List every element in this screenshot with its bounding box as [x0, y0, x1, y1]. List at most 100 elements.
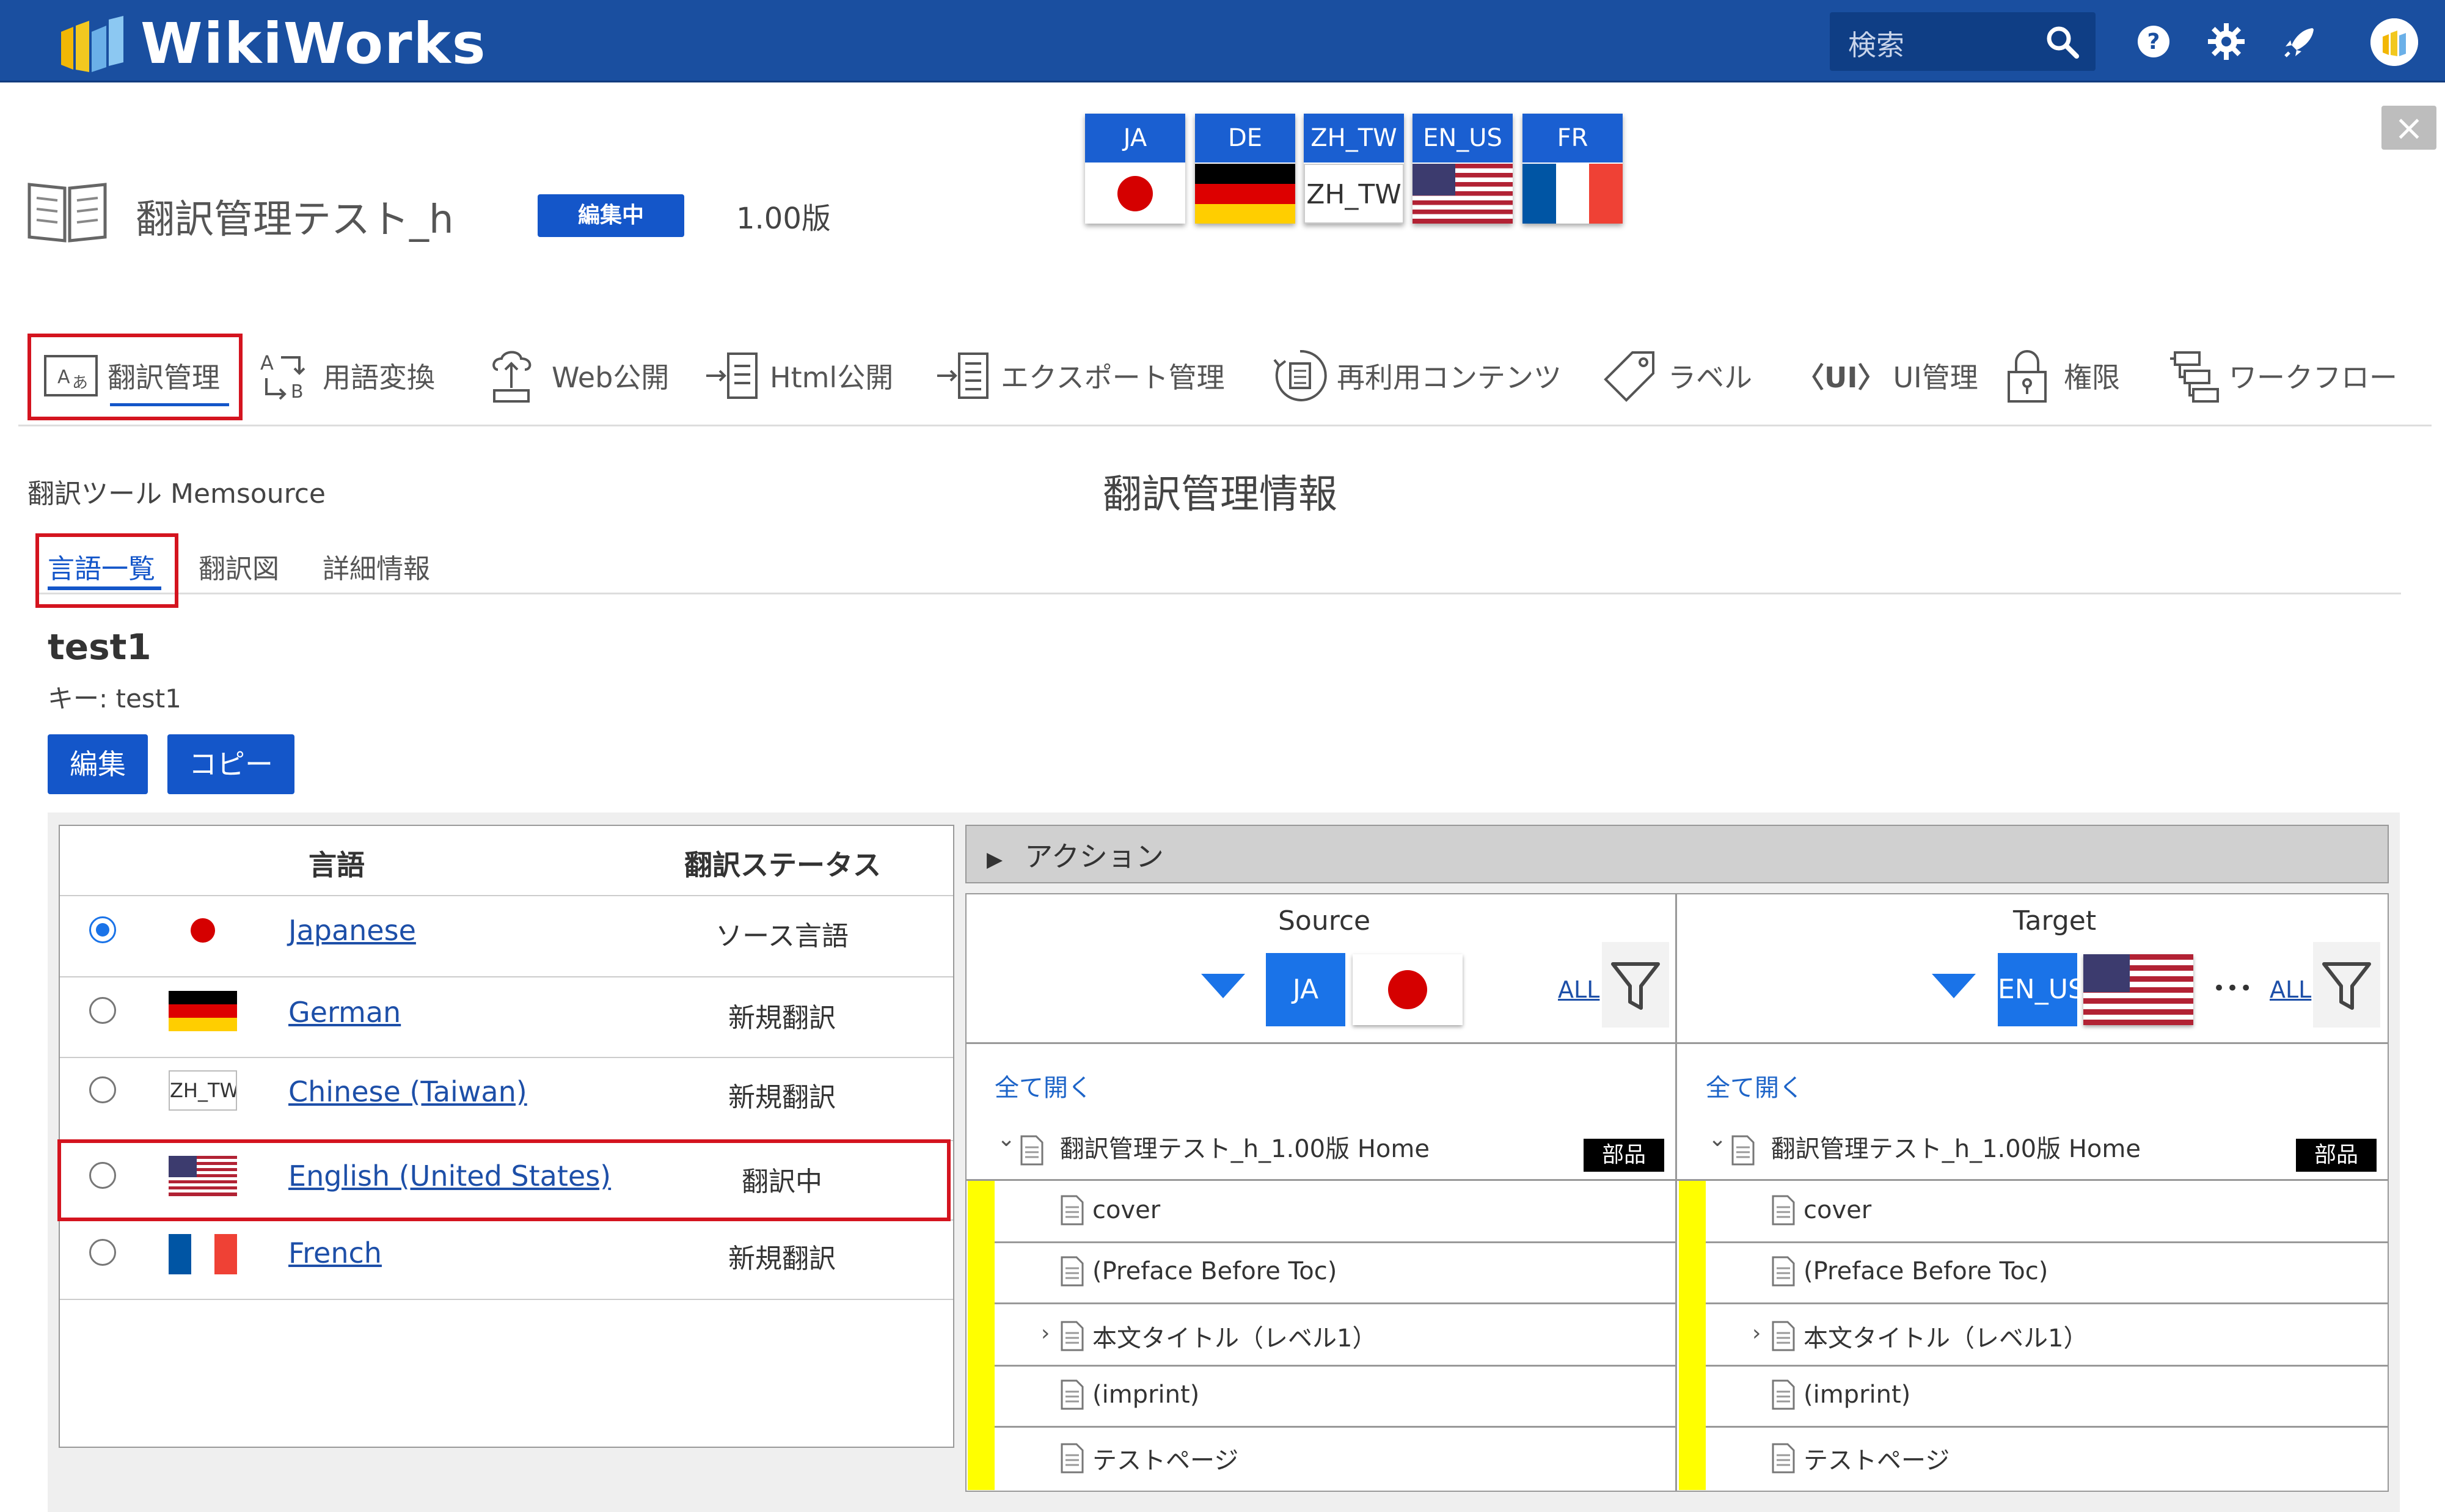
- help-icon[interactable]: ?: [2135, 23, 2172, 60]
- copy-button[interactable]: コピー: [167, 734, 294, 794]
- subtab-translation-diagram[interactable]: 翻訳図: [199, 547, 279, 586]
- language-radio-german[interactable]: [89, 997, 116, 1024]
- language-link-french[interactable]: French: [288, 1236, 382, 1269]
- wikiworks-logo-icon[interactable]: [55, 13, 128, 75]
- language-link-german[interactable]: German: [288, 996, 401, 1029]
- expand-triangle-icon: ▶: [987, 847, 1003, 872]
- target-tree-item[interactable]: (imprint): [1772, 1379, 1910, 1410]
- nav-ui-management[interactable]: 〈UI〉 UI管理: [1796, 342, 1978, 409]
- nav-web-publish[interactable]: Web公開: [486, 342, 669, 409]
- tree-item-label: cover: [1092, 1196, 1161, 1224]
- language-radio-french[interactable]: [89, 1239, 116, 1266]
- target-tree-item[interactable]: cover: [1772, 1195, 1871, 1225]
- nav-export-management[interactable]: エクスポート管理: [935, 342, 1225, 409]
- tree-row-divider: [967, 1179, 1675, 1181]
- nav-permissions[interactable]: 権限: [1998, 342, 2120, 409]
- source-dropdown-arrow-icon[interactable]: [1201, 974, 1245, 998]
- document-icon: [1061, 1379, 1084, 1410]
- chevron-down-icon[interactable]: ⌄: [1708, 1127, 1727, 1152]
- target-tree-item[interactable]: 本文タイトル（レベル1）: [1772, 1318, 2088, 1354]
- language-radio-chinese-taiwan[interactable]: [89, 1076, 116, 1103]
- language-radio-japanese[interactable]: [89, 916, 116, 943]
- chevron-down-icon[interactable]: ⌄: [997, 1127, 1015, 1152]
- target-dropdown-arrow-icon[interactable]: [1932, 974, 1976, 998]
- tree-row-divider: [995, 1426, 1675, 1428]
- japan-flag-icon[interactable]: [1353, 954, 1463, 1025]
- export-icon: [937, 352, 989, 399]
- target-all-link[interactable]: ALL: [2270, 976, 2311, 1003]
- document-icon: [1061, 1321, 1084, 1351]
- language-tab-zh-tw[interactable]: ZH_TW ZH_TW: [1304, 114, 1404, 224]
- document-icon: [1772, 1321, 1795, 1351]
- source-tree-item[interactable]: cover: [1061, 1195, 1160, 1225]
- source-expand-all-link[interactable]: 全て開く: [995, 1068, 1092, 1103]
- target-tree-item[interactable]: テストページ: [1772, 1441, 1950, 1476]
- target-expand-all-link[interactable]: 全て開く: [1706, 1068, 1804, 1103]
- source-tree-item[interactable]: テストページ: [1061, 1441, 1238, 1476]
- more-options-icon[interactable]: •••: [2213, 976, 2253, 1001]
- edit-button[interactable]: 編集: [48, 734, 148, 794]
- usa-flag-icon[interactable]: [2083, 954, 2193, 1025]
- nav-divider: [18, 425, 2432, 426]
- nav-html-publish[interactable]: Html公開: [704, 342, 893, 409]
- nav-workflow[interactable]: ワークフロー: [2163, 342, 2397, 409]
- language-tab-en-us[interactable]: EN_US: [1413, 114, 1513, 224]
- source-filter-icon[interactable]: [1602, 942, 1669, 1028]
- document-icon: [1772, 1256, 1795, 1287]
- source-tree-item[interactable]: 本文タイトル（レベル1）: [1061, 1318, 1376, 1354]
- rocket-icon[interactable]: [2282, 23, 2319, 60]
- gear-icon[interactable]: [2207, 22, 2246, 61]
- nav-reuse-content[interactable]: 再利用コンテンツ: [1271, 342, 1562, 409]
- language-link-japanese[interactable]: Japanese: [288, 914, 416, 947]
- subtab-details[interactable]: 詳細情報: [323, 547, 430, 586]
- action-accordion-label[interactable]: ▶ アクション: [987, 835, 1164, 875]
- nav-term-conversion[interactable]: A B 用語変換: [257, 342, 435, 409]
- row-highlight-box: [57, 1139, 951, 1221]
- target-change-marker: [1679, 1181, 1706, 1490]
- language-tab-de[interactable]: DE: [1195, 114, 1295, 224]
- target-tree-item[interactable]: (Preface Before Toc): [1772, 1256, 2048, 1287]
- tree-root-label: 翻訳管理テスト_h_1.00版 Home: [1771, 1135, 2141, 1163]
- translation-status: 新規翻訳: [728, 1243, 836, 1274]
- nav-label: 権限: [2064, 361, 2120, 394]
- book-icon: [27, 183, 107, 243]
- logo-text[interactable]: WikiWorks: [141, 11, 486, 76]
- target-tree-root[interactable]: 翻訳管理テスト_h_1.00版 Home: [1731, 1129, 2141, 1166]
- document-icon: [1061, 1256, 1084, 1287]
- source-language-code[interactable]: JA: [1266, 953, 1345, 1026]
- source-tree-root[interactable]: 翻訳管理テスト_h_1.00版 Home: [1020, 1129, 1430, 1166]
- label-icon: [1604, 351, 1654, 402]
- avatar[interactable]: [2370, 18, 2418, 66]
- target-language-code[interactable]: EN_US: [1998, 953, 2085, 1026]
- target-filter-icon[interactable]: [2313, 942, 2380, 1028]
- chevron-right-icon[interactable]: ›: [1752, 1321, 1761, 1346]
- web-publish-icon: [492, 351, 532, 403]
- compare-header-divider: [967, 1042, 2388, 1044]
- source-tree-item[interactable]: (imprint): [1061, 1379, 1199, 1410]
- svg-text:?: ?: [2147, 29, 2160, 54]
- lock-icon: [2008, 350, 2047, 403]
- tree-item-label: (Preface Before Toc): [1804, 1257, 2048, 1285]
- close-button[interactable]: ×: [2381, 106, 2436, 150]
- action-label-text: アクション: [1025, 840, 1164, 873]
- tree-row-divider: [1677, 1179, 2388, 1181]
- search-icon[interactable]: [2044, 23, 2080, 60]
- action-accordion[interactable]: [965, 825, 2389, 883]
- language-link-chinese-taiwan[interactable]: Chinese (Taiwan): [288, 1075, 527, 1108]
- source-all-link[interactable]: ALL: [1558, 976, 1599, 1003]
- translation-status: ソース言語: [715, 921, 849, 952]
- zh-tw-flag-text: ZH_TW: [169, 1070, 237, 1111]
- version-label: 1.00版: [736, 202, 831, 236]
- nav-label-tab[interactable]: ラベル: [1602, 342, 1752, 409]
- tree-row-divider: [1706, 1365, 2388, 1367]
- tree-item-label: テストページ: [1092, 1447, 1239, 1475]
- language-tab-fr[interactable]: FR: [1522, 114, 1623, 224]
- language-code: JA: [1085, 114, 1185, 163]
- japan-flag-icon: [169, 910, 237, 951]
- chevron-right-icon[interactable]: ›: [1041, 1321, 1050, 1346]
- nav-label: ラベル: [1668, 361, 1752, 394]
- workflow-icon: [2170, 351, 2219, 403]
- language-tab-ja[interactable]: JA: [1085, 114, 1185, 224]
- item-key: キー: test1: [48, 684, 181, 714]
- source-tree-item[interactable]: (Preface Before Toc): [1061, 1256, 1337, 1287]
